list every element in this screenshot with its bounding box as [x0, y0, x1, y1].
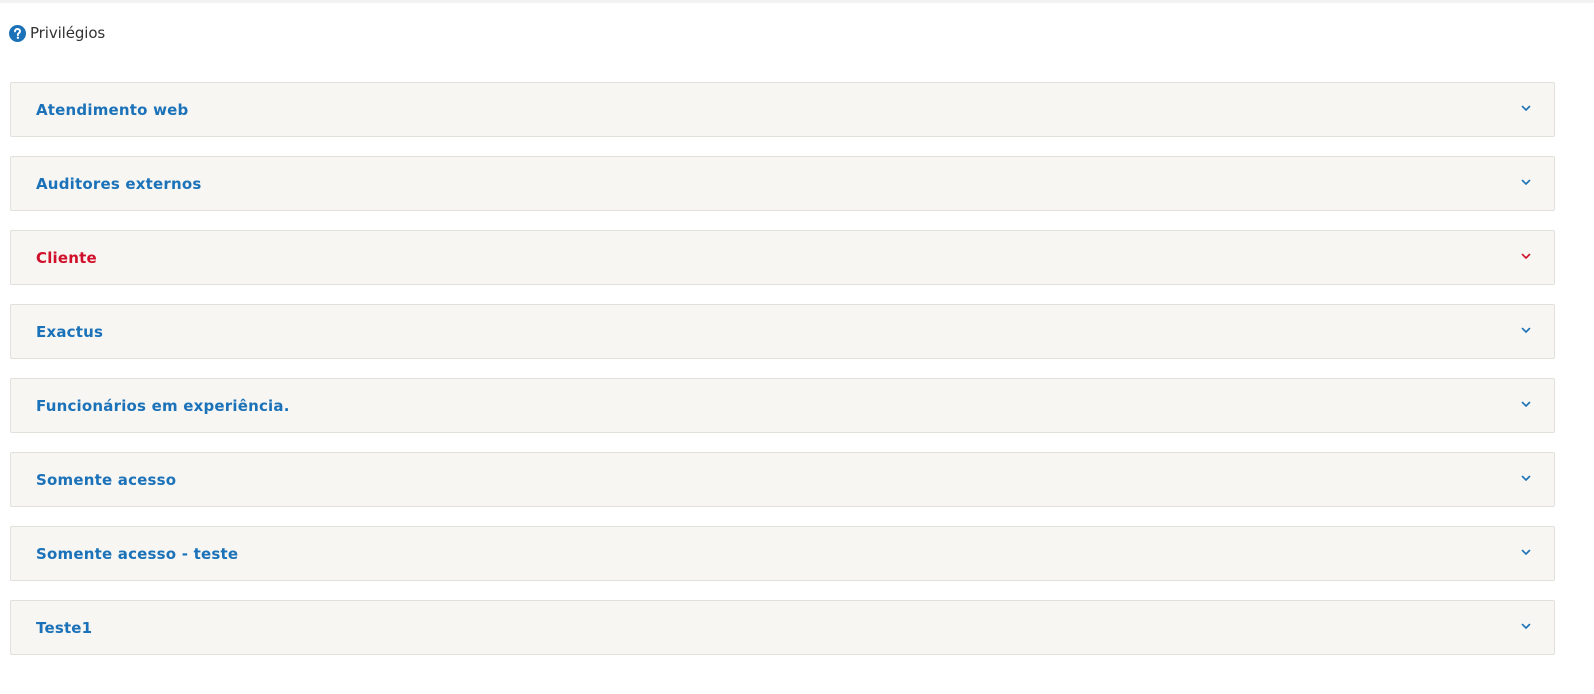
accordion-item-label: Funcionários em experiência.	[36, 396, 290, 415]
accordion-item-label: Somente acesso - teste	[36, 544, 239, 563]
accordion-item-funcionarios-em-experiencia[interactable]: Funcionários em experiência.	[10, 378, 1555, 433]
accordion-item-label: Somente acesso	[36, 470, 177, 489]
accordion-item-label: Atendimento web	[36, 100, 189, 119]
accordion-item-somente-acesso[interactable]: Somente acesso	[10, 452, 1555, 507]
accordion-item-atendimento-web[interactable]: Atendimento web	[10, 82, 1555, 137]
chevron-down-icon[interactable]	[1520, 621, 1532, 631]
chevron-down-icon[interactable]	[1520, 547, 1532, 557]
chevron-down-icon[interactable]	[1520, 325, 1532, 335]
chevron-down-icon[interactable]	[1520, 251, 1532, 261]
accordion-item-label: Exactus	[36, 322, 104, 341]
chevron-down-icon[interactable]	[1520, 399, 1532, 409]
page-header: Privilégios	[9, 23, 105, 43]
page-title: Privilégios	[30, 24, 106, 42]
accordion-item-label: Auditores externos	[36, 174, 202, 193]
chevron-down-icon[interactable]	[1520, 177, 1532, 187]
accordion-item-somente-acesso-teste[interactable]: Somente acesso - teste	[10, 526, 1555, 581]
accordion-item-teste1[interactable]: Teste1	[10, 600, 1555, 655]
accordion-item-label: Cliente	[36, 248, 97, 267]
chevron-down-icon[interactable]	[1520, 103, 1532, 113]
privileges-accordion: Atendimento web Auditores externos Clien…	[10, 82, 1555, 674]
accordion-item-label: Teste1	[36, 618, 93, 637]
accordion-item-cliente[interactable]: Cliente	[10, 230, 1555, 285]
chevron-down-icon[interactable]	[1520, 473, 1532, 483]
accordion-item-exactus[interactable]: Exactus	[10, 304, 1555, 359]
accordion-item-auditores-externos[interactable]: Auditores externos	[10, 156, 1555, 211]
top-divider	[0, 0, 1594, 3]
help-circle-icon[interactable]	[9, 24, 26, 42]
